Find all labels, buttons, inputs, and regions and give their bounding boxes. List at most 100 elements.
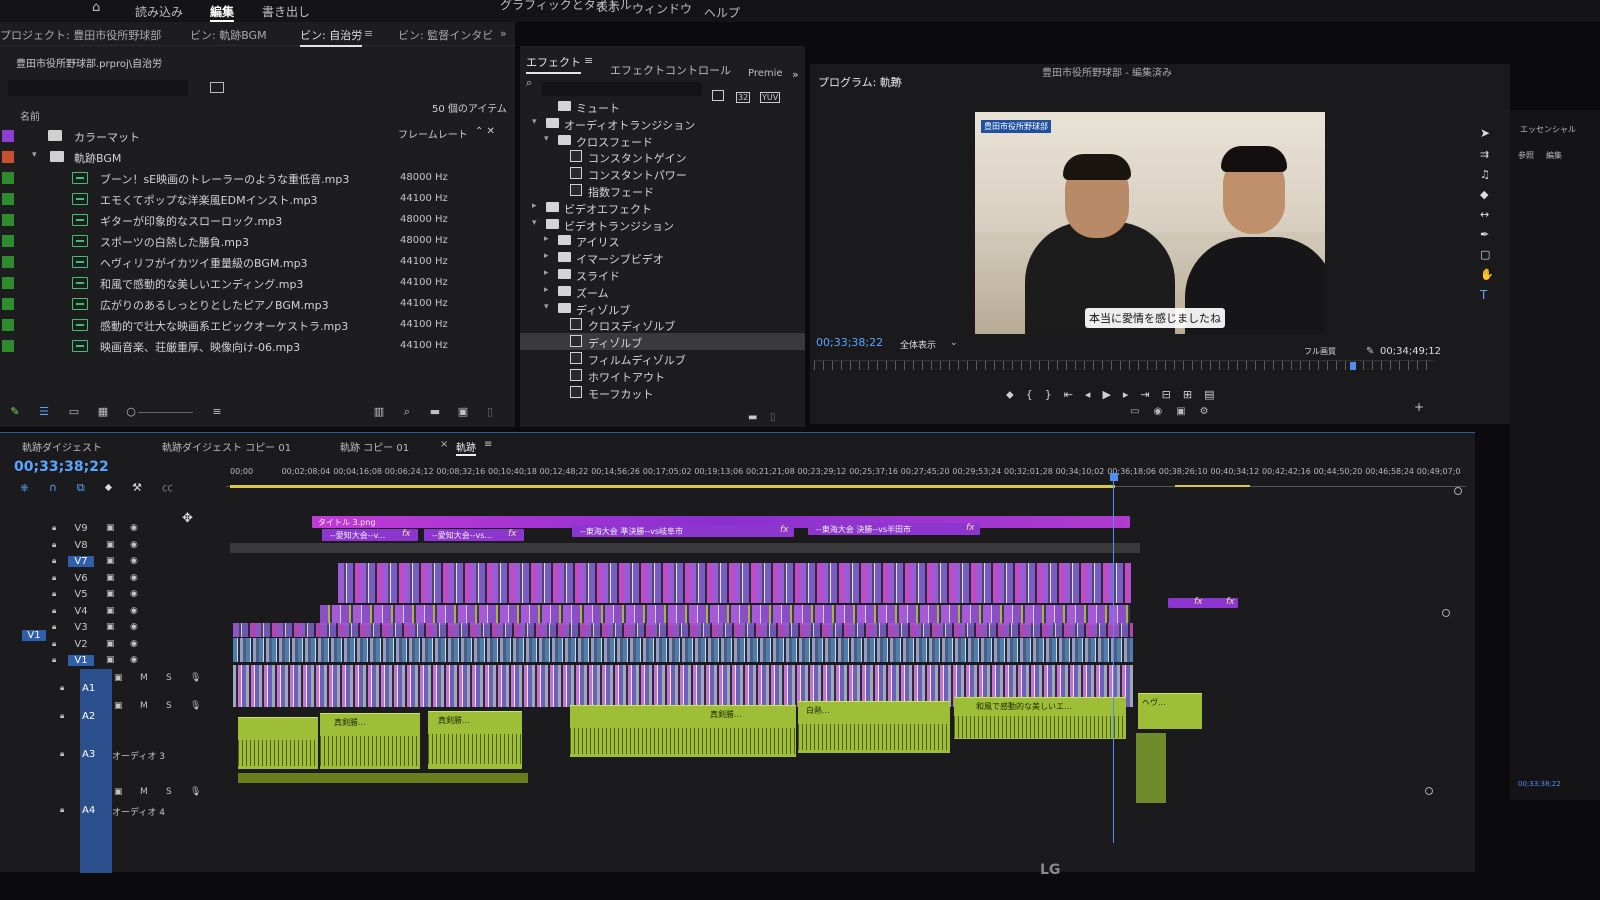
tab-effect-controls[interactable]: エフェクトコントロール bbox=[610, 62, 731, 78]
sync-lock-icon[interactable]: ▣ bbox=[106, 523, 115, 533]
disclosure-triangle-icon[interactable]: ▾ bbox=[544, 302, 549, 312]
audio-clip[interactable] bbox=[238, 717, 318, 769]
safe-margins-icon[interactable]: ▭ bbox=[1130, 406, 1153, 417]
wrench-icon[interactable]: ✎ bbox=[1366, 346, 1374, 357]
solo-button[interactable]: S bbox=[166, 701, 172, 711]
delete-icon[interactable]: ▯ bbox=[770, 412, 776, 423]
audio-track-a3[interactable]: A3 bbox=[82, 749, 95, 760]
menu-export[interactable]: 書き出し bbox=[262, 3, 310, 20]
sync-lock-icon[interactable]: ▣ bbox=[114, 787, 123, 797]
sync-lock-icon[interactable]: ▣ bbox=[106, 622, 115, 632]
audio-track-a1[interactable]: A1 bbox=[82, 683, 95, 694]
effect-item[interactable]: フィルムディゾルブ bbox=[520, 350, 805, 367]
video-clip[interactable]: --愛知大会--v... fx bbox=[322, 529, 418, 541]
solo-button[interactable]: S bbox=[166, 673, 172, 683]
go-to-in-icon[interactable]: ⇤ bbox=[1064, 388, 1085, 401]
play-icon[interactable]: ▶ bbox=[1102, 388, 1122, 401]
sync-lock-icon[interactable]: ▣ bbox=[106, 589, 115, 599]
step-forward-icon[interactable]: ▸ bbox=[1123, 388, 1141, 401]
effect-item[interactable]: クロスディゾルブ bbox=[520, 316, 805, 333]
effects-search-input[interactable] bbox=[542, 82, 702, 96]
bin-row[interactable]: ▾ 軌跡BGM bbox=[0, 147, 515, 168]
lock-icon[interactable]: 🔒︎ bbox=[52, 540, 56, 550]
audio-clip[interactable]: 真剣勝... bbox=[428, 711, 522, 769]
menu-help[interactable]: ヘルプ bbox=[704, 4, 740, 21]
mute-button[interactable]: M bbox=[140, 787, 148, 797]
list-item[interactable]: 映画音楽、荘厳重厚、映像向け-06.mp3 44100 Hz bbox=[0, 336, 515, 357]
find-icon[interactable]: ⌕ bbox=[400, 406, 414, 418]
linked-select-icon[interactable]: ⧉ bbox=[77, 481, 105, 494]
automate-icon[interactable]: ▥ bbox=[372, 406, 386, 418]
track-target-v5[interactable]: V5 bbox=[68, 589, 94, 600]
eye-icon[interactable]: ◉ bbox=[130, 655, 138, 665]
lock-icon[interactable]: 🔒︎ bbox=[52, 556, 56, 566]
effects-folder[interactable]: ▾ オーディオトランジション bbox=[520, 115, 805, 132]
lift-icon[interactable]: ⊟ bbox=[1162, 388, 1183, 401]
list-item[interactable]: ブーン！sE映画のトレーラーのような重低音.mp3 48000 Hz bbox=[0, 168, 515, 189]
label-color-swatch[interactable] bbox=[2, 319, 14, 331]
export-frame-icon[interactable]: ▤ bbox=[1204, 388, 1226, 401]
microphone-icon[interactable]: 🎙︎ bbox=[190, 673, 201, 683]
eye-icon[interactable]: ◉ bbox=[130, 639, 138, 649]
camera-icon[interactable]: ◉ bbox=[1153, 406, 1176, 417]
col-name[interactable]: 名前 bbox=[20, 108, 40, 123]
tab-effects[interactable]: エフェクト bbox=[526, 54, 581, 74]
list-item[interactable]: ヘヴィリフがイカツイ重量級のBGM.mp3 44100 Hz bbox=[0, 252, 515, 273]
sync-lock-icon[interactable]: ▣ bbox=[106, 556, 115, 566]
label-color-swatch[interactable] bbox=[2, 172, 14, 184]
settings-icon[interactable]: ⚙ bbox=[1200, 406, 1223, 417]
tab-browse[interactable]: 参照 bbox=[1518, 150, 1534, 161]
audio-clip[interactable]: 和風で感動的な美しいエ... bbox=[954, 697, 1126, 739]
effect-item[interactable]: ホワイトアウト bbox=[520, 367, 805, 384]
lock-icon[interactable]: 🔒︎ bbox=[52, 622, 56, 632]
step-back-icon[interactable]: ◂ bbox=[1085, 388, 1103, 401]
scroll-handle[interactable] bbox=[1425, 787, 1433, 795]
home-icon[interactable]: ⌂ bbox=[92, 0, 100, 15]
type-tool-icon[interactable]: T bbox=[1480, 288, 1487, 302]
video-clips-v1[interactable] bbox=[233, 638, 1133, 662]
new-bin-icon[interactable] bbox=[210, 82, 224, 93]
effect-item[interactable]: コンスタントゲイン bbox=[520, 148, 805, 165]
add-marker-icon[interactable]: ⬥ bbox=[1006, 388, 1026, 401]
eye-icon[interactable]: ◉ bbox=[130, 573, 138, 583]
marker-icon[interactable]: ⬥ bbox=[105, 481, 132, 494]
mark-out-icon[interactable]: } bbox=[1045, 388, 1064, 401]
effect-item[interactable]: モーフカット bbox=[520, 384, 805, 401]
track-target-v6[interactable]: V6 bbox=[68, 573, 94, 584]
list-item[interactable]: カラーマット bbox=[0, 126, 515, 147]
timeline-timecode[interactable]: 00;33;38;22 bbox=[14, 459, 109, 475]
eye-icon[interactable]: ◉ bbox=[130, 523, 138, 533]
scroll-handle[interactable] bbox=[1442, 609, 1450, 617]
chevron-down-icon[interactable]: ⌄ bbox=[950, 338, 958, 348]
sync-lock-icon[interactable]: ▣ bbox=[106, 655, 115, 665]
audio-track-a2[interactable]: A2 bbox=[82, 711, 95, 722]
video-clips-v2[interactable] bbox=[233, 623, 1133, 637]
tab-edit[interactable]: 編集 bbox=[1546, 150, 1562, 161]
sync-lock-icon[interactable]: ▣ bbox=[114, 673, 123, 683]
work-area-bar[interactable] bbox=[230, 485, 1115, 488]
track-target-v3[interactable]: V3 bbox=[68, 622, 94, 633]
tab-bin-bgm[interactable]: ビン: 軌跡BGM bbox=[190, 27, 267, 43]
selection-tool-icon[interactable]: ➤ bbox=[1480, 126, 1490, 140]
eye-icon[interactable]: ◉ bbox=[130, 622, 138, 632]
microphone-icon[interactable]: 🎙︎ bbox=[190, 787, 201, 797]
fit-dropdown[interactable]: 全体表示 bbox=[900, 338, 936, 351]
tab-timeline-copy[interactable]: 軌跡 コピー 01 bbox=[340, 439, 409, 454]
sync-lock-icon[interactable]: ▣ bbox=[106, 573, 115, 583]
go-to-out-icon[interactable]: ⇥ bbox=[1140, 388, 1161, 401]
tab-timeline-digest[interactable]: 軌跡ダイジェスト bbox=[22, 439, 102, 454]
video-clip[interactable]: --愛知大会--vs... fx bbox=[424, 529, 524, 541]
tab-bin-jichiro[interactable]: ビン: 自治労 bbox=[300, 27, 363, 47]
tab-project[interactable]: プロジェクト: 豊田市役所野球部 bbox=[0, 27, 161, 43]
tab-bin-interview[interactable]: ビン: 監督インタビ bbox=[398, 27, 493, 43]
pen-tool-icon[interactable]: ✒ bbox=[1480, 228, 1489, 241]
playhead-handle[interactable] bbox=[1110, 473, 1118, 481]
sync-lock-icon[interactable]: ▣ bbox=[114, 701, 123, 711]
video-clip[interactable]: --東海大会 決勝--vs半田市 fx bbox=[808, 523, 980, 535]
scroll-handle[interactable] bbox=[1454, 487, 1462, 495]
menu-edit[interactable]: 編集 bbox=[210, 3, 235, 22]
tab-timeline-active[interactable]: 軌跡 bbox=[456, 439, 476, 456]
search-icon[interactable]: ⌕ bbox=[526, 76, 532, 90]
label-color-swatch[interactable] bbox=[2, 214, 14, 226]
disclosure-triangle-icon[interactable]: ▸ bbox=[544, 251, 549, 261]
